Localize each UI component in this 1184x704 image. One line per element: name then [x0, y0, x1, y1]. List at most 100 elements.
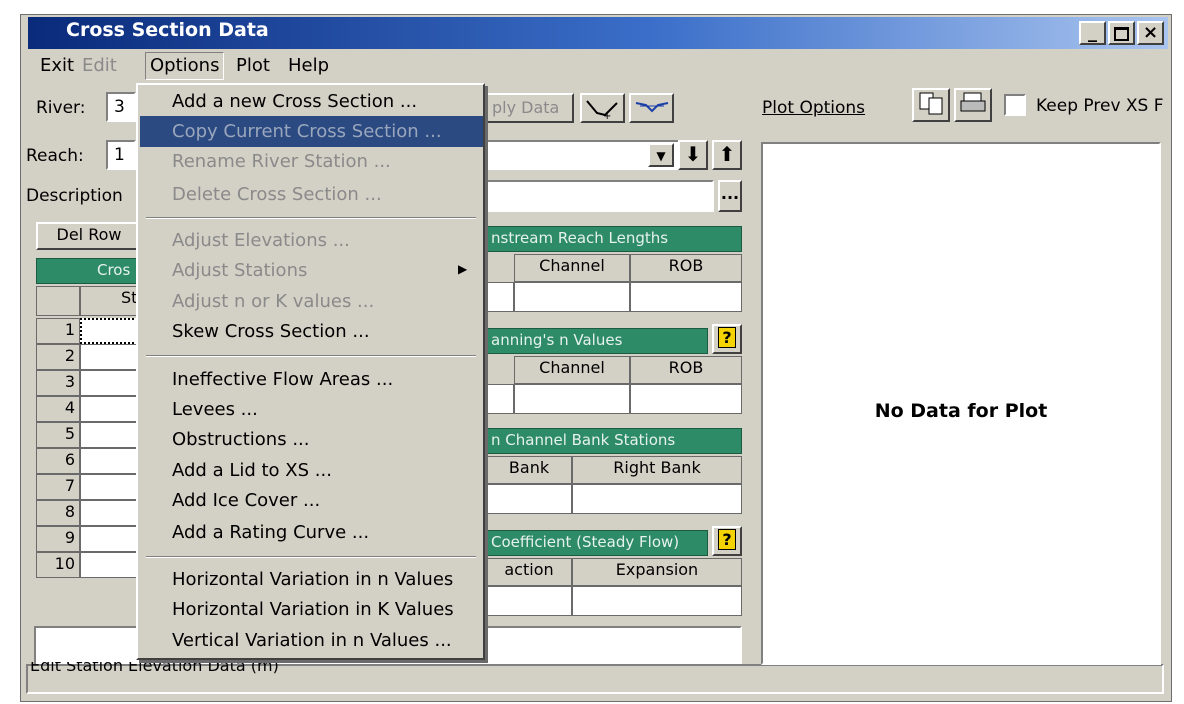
status-text: Edit Station Elevation Data (m) — [30, 662, 279, 675]
print-icon — [960, 92, 986, 112]
menu-add-ice-cover[interactable]: Add Ice Cover ... — [172, 490, 320, 511]
grid-station-cell[interactable] — [80, 422, 142, 448]
plot-xs-button[interactable] — [629, 93, 674, 123]
menu-add-cross-section[interactable]: Add a new Cross Section ... — [172, 91, 417, 112]
menu-separator — [146, 556, 476, 558]
arrow-up-icon: ⬆ — [718, 142, 736, 166]
menu-adjust-elevations[interactable]: Adjust Elevations ... — [172, 230, 350, 251]
grid-station-cell[interactable] — [80, 344, 142, 370]
menu-horizontal-n[interactable]: Horizontal Variation in n Values — [172, 569, 453, 590]
coefficients-header: Coefficient (Steady Flow) — [486, 530, 708, 556]
help-icon: ? — [718, 529, 736, 550]
plot-options-link[interactable]: Plot Options — [762, 98, 865, 118]
contraction-cell[interactable] — [486, 586, 572, 616]
reach-length-lob-cell[interactable] — [486, 282, 514, 312]
chevron-right-icon: ▶ — [458, 262, 468, 276]
menu-delete-cross-section[interactable]: Delete Cross Section ... — [172, 184, 382, 205]
edit-points-button[interactable]: + — [580, 93, 625, 123]
grid-station-cell[interactable] — [80, 526, 142, 552]
contraction-header: action — [486, 558, 572, 586]
menu-help[interactable]: Help — [284, 52, 333, 80]
reach-length-channel-cell[interactable] — [514, 282, 630, 312]
copy-icon — [919, 92, 943, 115]
arrow-down-icon: ⬇ — [684, 142, 702, 166]
mannings-help-button[interactable]: ? — [712, 324, 742, 354]
menu-adjust-n-k[interactable]: Adjust n or K values ... — [172, 291, 374, 312]
expansion-header: Expansion — [572, 558, 742, 586]
reach-length-rob-header: ROB — [630, 254, 742, 282]
reach-length-channel-header: Channel — [514, 254, 630, 282]
reach-lengths-header: nstream Reach Lengths — [486, 226, 742, 252]
grid-row-number: 7 — [36, 474, 80, 500]
menu-copy-cross-section[interactable]: Copy Current Cross Section ... — [172, 121, 442, 142]
minimize-icon: _ — [1088, 22, 1097, 43]
mannings-channel-cell[interactable] — [514, 384, 630, 414]
keep-prev-checkbox[interactable] — [1004, 94, 1026, 116]
menu-levees[interactable]: Levees ... — [172, 399, 258, 420]
menu-options[interactable]: Options — [145, 52, 225, 80]
river-label: River: — [36, 98, 86, 118]
grid-row-number: 4 — [36, 396, 80, 422]
reach-length-rob-cell[interactable] — [630, 282, 742, 312]
grid-row-number: 5 — [36, 422, 80, 448]
mannings-lob-cell[interactable] — [486, 384, 514, 414]
bank-stations-header: n Channel Bank Stations — [486, 428, 742, 454]
print-plot-button[interactable] — [954, 88, 992, 122]
menu-adjust-stations[interactable]: Adjust Stations — [172, 260, 307, 281]
window-title: Cross Section Data — [66, 19, 269, 41]
chevron-down-icon: ▼ — [656, 149, 666, 163]
grid-station-cell[interactable] — [80, 552, 142, 578]
station-dropdown-button[interactable]: ▼ — [648, 143, 674, 167]
grid-station-cell[interactable] — [80, 318, 142, 344]
description-field[interactable] — [486, 180, 714, 212]
grid-corner — [36, 286, 80, 316]
grid-title: Cros — [36, 258, 142, 284]
grid-station-cell[interactable] — [80, 370, 142, 396]
right-bank-header: Right Bank — [572, 456, 742, 484]
menu-rename-station[interactable]: Rename River Station ... — [172, 151, 391, 172]
coefficients-help-button[interactable]: ? — [712, 526, 742, 556]
menu-edit[interactable]: Edit — [78, 52, 121, 80]
menu-vertical-n[interactable]: Vertical Variation in n Values ... — [172, 630, 452, 651]
expansion-cell[interactable] — [572, 586, 742, 616]
menu-skew-cross-section[interactable]: Skew Cross Section ... — [172, 321, 370, 342]
close-button[interactable]: × — [1137, 21, 1164, 45]
menu-add-lid[interactable]: Add a Lid to XS ... — [172, 460, 332, 481]
mannings-channel-header: Channel — [514, 356, 630, 384]
mannings-header: anning's n Values — [486, 328, 708, 354]
menu-obstructions[interactable]: Obstructions ... — [172, 429, 309, 450]
right-bank-cell[interactable] — [572, 484, 742, 514]
svg-text:+: + — [603, 111, 611, 121]
maximize-button[interactable] — [1108, 21, 1135, 45]
grid-station-cell[interactable] — [80, 396, 142, 422]
river-select[interactable]: 3 — [106, 92, 136, 122]
menu-exit[interactable]: Exit — [36, 52, 78, 80]
reach-label: Reach: — [26, 146, 84, 166]
minimize-button[interactable]: _ — [1079, 21, 1106, 45]
apply-data-button[interactable]: ply Data — [486, 93, 574, 123]
menu-ineffective-flow[interactable]: Ineffective Flow Areas ... — [172, 369, 393, 390]
next-station-button[interactable]: ⬇ — [678, 140, 708, 170]
grid-row-number: 10 — [36, 552, 80, 578]
col-header-station[interactable]: St — [80, 286, 142, 316]
description-ellipsis-button[interactable]: ... — [718, 180, 742, 212]
prev-station-button[interactable]: ⬆ — [712, 140, 742, 170]
menu-plot[interactable]: Plot — [232, 52, 274, 80]
grid-station-cell[interactable] — [80, 448, 142, 474]
reach-select[interactable]: 1 — [106, 140, 136, 170]
grid-row-number: 9 — [36, 526, 80, 552]
left-bank-cell[interactable] — [486, 484, 572, 514]
mannings-rob-cell[interactable] — [630, 384, 742, 414]
del-row-button[interactable]: Del Row — [36, 222, 142, 250]
menu-separator — [146, 217, 476, 219]
channel-icon — [635, 102, 668, 113]
grid-station-cell[interactable] — [80, 474, 142, 500]
close-icon: × — [1142, 22, 1159, 43]
no-data-text: No Data for Plot — [874, 400, 1048, 422]
copy-plot-button[interactable] — [912, 88, 950, 122]
menu-add-rating-curve[interactable]: Add a Rating Curve ... — [172, 522, 369, 543]
menu-horizontal-k[interactable]: Horizontal Variation in K Values — [172, 599, 454, 620]
help-icon: ? — [718, 327, 736, 348]
grid-row-number: 6 — [36, 448, 80, 474]
grid-station-cell[interactable] — [80, 500, 142, 526]
